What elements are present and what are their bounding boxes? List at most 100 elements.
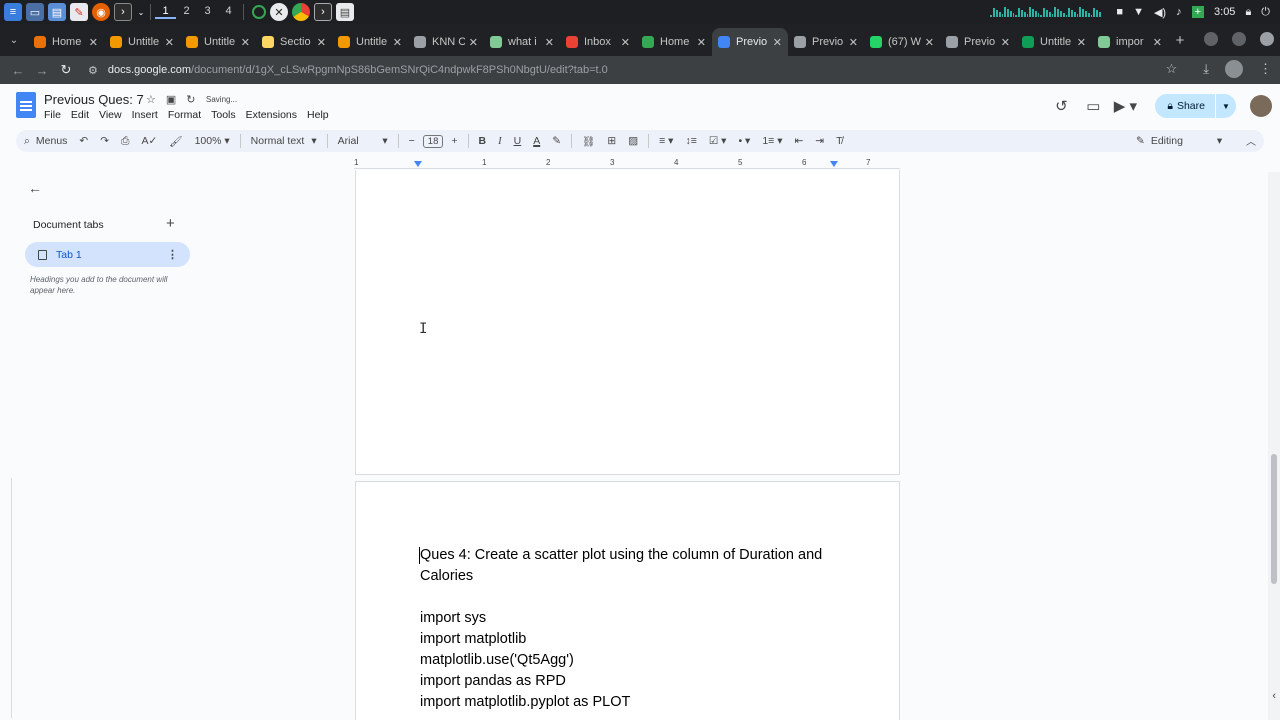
editing-mode-select[interactable]: ✎ Editing ▾ <box>1136 130 1222 152</box>
insert-image-icon[interactable]: ▨ <box>622 135 644 147</box>
more-options-icon[interactable]: ⋮ <box>167 248 178 261</box>
browser-tab[interactable]: what i ✕ <box>484 28 560 56</box>
firefox-icon[interactable]: ◉ <box>92 3 110 21</box>
close-tab-icon[interactable]: ✕ <box>89 36 98 49</box>
document-body[interactable]: Ques 4: Create a scatter plot using the … <box>420 545 850 713</box>
close-window-button[interactable] <box>1260 32 1274 46</box>
chrome-icon[interactable] <box>292 3 310 21</box>
workspace-2[interactable]: 2 <box>176 5 197 19</box>
decrease-indent-icon[interactable]: ⇤ <box>788 135 809 147</box>
refresh-circle-icon[interactable] <box>252 5 266 19</box>
back-arrow-icon[interactable]: ← <box>28 180 42 196</box>
explore-icon[interactable]: ‹ <box>1272 690 1276 702</box>
share-dropdown-icon[interactable]: ▼ <box>1216 94 1236 118</box>
browser-tab[interactable]: Home ✕ <box>28 28 104 56</box>
decrease-font-size-button[interactable]: − <box>403 135 421 147</box>
menu-help[interactable]: Help <box>307 109 329 121</box>
browser-tab[interactable]: Sectio ✕ <box>256 28 332 56</box>
workspace-4[interactable]: 4 <box>218 5 239 19</box>
document-line[interactable]: import matplotlib.pyplot as PLOT <box>420 692 850 713</box>
numbered-list-icon[interactable]: 1≡ ▾ <box>756 135 788 147</box>
bookmark-star-icon[interactable]: ☆ <box>1166 61 1178 77</box>
forward-icon[interactable]: → <box>30 63 54 78</box>
version-history-icon[interactable]: ↺ <box>1045 97 1077 115</box>
app-launcher-icon[interactable]: ≡ <box>4 3 22 21</box>
document-page-1[interactable] <box>355 170 900 475</box>
back-icon[interactable]: ← <box>6 63 30 78</box>
browser-tab[interactable]: Home ✕ <box>636 28 712 56</box>
browser-tab[interactable]: KNN C ✕ <box>408 28 484 56</box>
browser-tab[interactable]: Previo ✕ <box>712 28 788 56</box>
clear-formatting-icon[interactable]: T̸ <box>830 135 848 147</box>
spellcheck-icon[interactable]: A✓ <box>135 135 163 147</box>
new-tab-button[interactable]: + <box>1168 32 1192 49</box>
right-indent-marker[interactable] <box>830 161 838 167</box>
star-icon[interactable]: ☆ <box>146 93 156 106</box>
power-icon[interactable]: ⏻ <box>1261 6 1270 19</box>
clock[interactable]: 3:05 <box>1214 6 1235 18</box>
close-tab-icon[interactable]: ✕ <box>317 36 326 49</box>
style-select[interactable]: Normal text ▾ <box>245 135 323 147</box>
tab-search-icon[interactable]: ⌄ <box>0 24 28 56</box>
menu-tools[interactable]: Tools <box>211 109 236 121</box>
close-tab-icon[interactable]: ✕ <box>393 36 402 49</box>
download-icon[interactable]: ⤓ <box>1203 61 1209 77</box>
menu-edit[interactable]: Edit <box>71 109 89 121</box>
move-folder-icon[interactable]: ▣ <box>166 93 176 106</box>
folder-window-icon[interactable]: ▤ <box>336 3 354 21</box>
close-tab-icon[interactable]: ✕ <box>1077 36 1086 49</box>
browser-tab[interactable]: Untitle ✕ <box>104 28 180 56</box>
highlight-icon[interactable]: ✎ <box>546 135 567 147</box>
battery-icon[interactable]: + <box>1191 6 1205 18</box>
document-line[interactable]: import pandas as RPD <box>420 671 850 692</box>
menu-file[interactable]: File <box>44 109 61 121</box>
close-tab-icon[interactable]: ✕ <box>469 36 478 49</box>
close-tab-icon[interactable]: ✕ <box>849 36 858 49</box>
collapse-toolbar-icon[interactable]: ︿ <box>1246 133 1256 148</box>
browser-tab[interactable]: Previo ✕ <box>788 28 864 56</box>
document-title[interactable]: Previous Ques: 7 <box>44 92 144 107</box>
workspace-1[interactable]: 1 <box>155 5 176 19</box>
browser-tab[interactable]: Untitle ✕ <box>1016 28 1092 56</box>
document-line[interactable]: import matplotlib <box>420 629 850 650</box>
menu-format[interactable]: Format <box>168 109 201 121</box>
add-tab-button[interactable]: + <box>166 215 175 232</box>
menu-insert[interactable]: Insert <box>132 109 158 121</box>
bell-icon[interactable]: ♪ <box>1176 6 1182 18</box>
document-page-2[interactable]: Ques 4: Create a scatter plot using the … <box>355 481 900 720</box>
minimize-button[interactable] <box>1204 32 1218 46</box>
reload-icon[interactable]: ↻ <box>54 62 78 78</box>
volume-icon[interactable]: ◀) <box>1154 6 1166 19</box>
underline-icon[interactable]: U <box>508 135 528 147</box>
align-icon[interactable]: ≡ ▾ <box>653 135 679 147</box>
browser-menu-icon[interactable]: ⋮ <box>1259 61 1272 77</box>
browser-tab[interactable]: Inbox ✕ <box>560 28 636 56</box>
omnibox[interactable]: ⚙ docs.google.com/document/d/1gX_cLSwRpg… <box>84 58 1200 82</box>
menu-extensions[interactable]: Extensions <box>246 109 297 121</box>
meet-icon[interactable]: ▶ ▾ <box>1109 97 1141 115</box>
document-line[interactable] <box>420 587 850 608</box>
add-comment-icon[interactable]: ⊞ <box>601 135 622 147</box>
terminal-icon[interactable]: › <box>114 3 132 21</box>
document-line[interactable]: Ques 4: Create a scatter plot using the … <box>420 545 850 587</box>
pdf-viewer-icon[interactable]: ✎ <box>70 3 88 21</box>
left-indent-marker[interactable] <box>414 161 422 167</box>
line-spacing-icon[interactable]: ↕≡ <box>679 135 702 147</box>
profile-avatar[interactable] <box>1225 60 1243 78</box>
workspace-3[interactable]: 3 <box>197 5 218 19</box>
vertical-ruler[interactable] <box>4 478 12 718</box>
document-line[interactable]: import sys <box>420 608 850 629</box>
docs-logo-icon[interactable] <box>16 92 36 118</box>
italic-icon[interactable]: I <box>492 136 508 147</box>
maximize-button[interactable] <box>1232 32 1246 46</box>
browser-tab[interactable]: Previo ✕ <box>940 28 1016 56</box>
page-scrollbar[interactable] <box>1268 172 1280 720</box>
search-menus[interactable]: ⌕ Menus <box>16 135 73 148</box>
close-tab-icon[interactable]: ✕ <box>925 36 934 49</box>
document-line[interactable]: matplotlib.use('Qt5Agg') <box>420 650 850 671</box>
menu-view[interactable]: View <box>99 109 122 121</box>
close-tab-icon[interactable]: ✕ <box>773 36 782 49</box>
sidebar-item-tab-1[interactable]: Tab 1 ⋮ <box>25 242 190 267</box>
checklist-icon[interactable]: ☑ ▾ <box>703 135 733 147</box>
wifi-icon[interactable]: ▼ <box>1133 6 1144 18</box>
